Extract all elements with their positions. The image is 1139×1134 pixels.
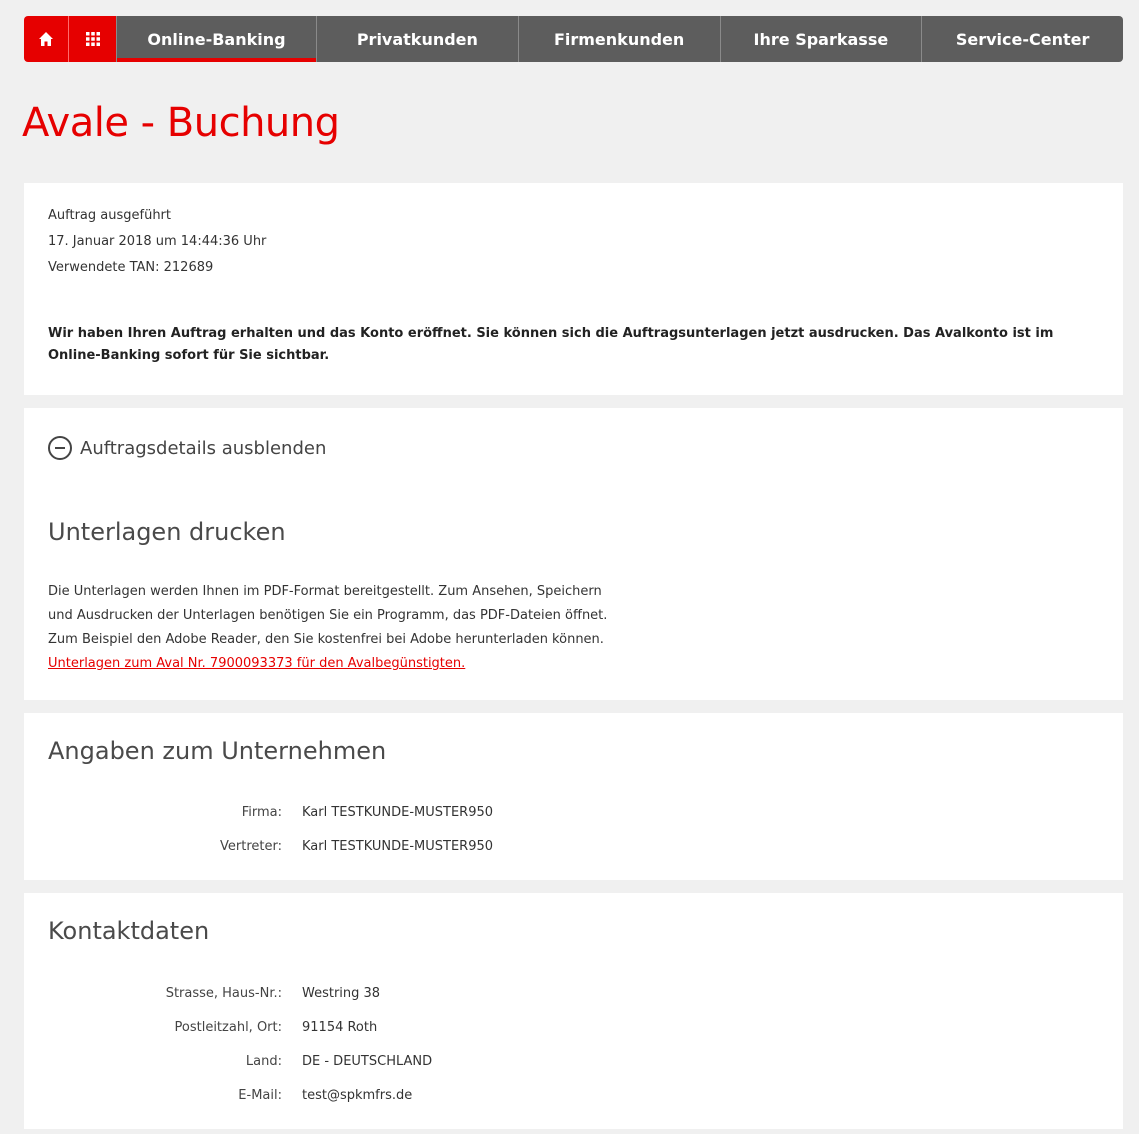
print-text-line-1: Die Unterlagen werden Ihnen im PDF-Forma… — [48, 584, 602, 599]
print-documents-heading: Unterlagen drucken — [48, 518, 286, 546]
company-row-firma: Firma: Karl TESTKUNDE-MUSTER950 — [24, 795, 724, 829]
field-value: 91154 Roth — [302, 1019, 378, 1035]
field-value: Westring 38 — [302, 985, 381, 1001]
main-navigation: Online-Banking Privatkunden Firmenkunden… — [24, 16, 1123, 62]
status-card: Auftrag ausgeführt 17. Januar 2018 um 14… — [24, 183, 1123, 395]
documents-download-link[interactable]: Unterlagen zum Aval Nr. 7900093373 für d… — [48, 652, 728, 676]
page-title: Avale - Buchung — [22, 100, 340, 146]
status-info: Auftrag ausgeführt 17. Januar 2018 um 14… — [48, 203, 266, 281]
details-card: Auftragsdetails ausblenden Unterlagen dr… — [24, 408, 1123, 700]
field-value: Karl TESTKUNDE-MUSTER950 — [302, 804, 494, 820]
tab-firmenkunden[interactable]: Firmenkunden — [517, 16, 720, 62]
company-heading: Angaben zum Unternehmen — [48, 737, 387, 765]
apps-grid-button[interactable] — [68, 16, 116, 62]
status-line-tan: Verwendete TAN: 212689 — [48, 260, 214, 275]
contact-row-email: E-Mail: test@spkmfrs.de — [24, 1078, 724, 1112]
print-documents-text: Die Unterlagen werden Ihnen im PDF-Forma… — [48, 580, 728, 676]
minus-circle-icon — [48, 436, 72, 460]
field-label: Vertreter: — [220, 838, 282, 854]
print-text-line-2: und Ausdrucken der Unterlagen benötigen … — [48, 608, 608, 623]
contact-details: Strasse, Haus-Nr.: Westring 38 Postleitz… — [24, 976, 724, 1112]
company-card: Angaben zum Unternehmen Firma: Karl TEST… — [24, 713, 1123, 880]
confirmation-notice: Wir haben Ihren Auftrag erhalten und das… — [48, 326, 1054, 363]
hide-details-toggle[interactable]: Auftragsdetails ausblenden — [48, 436, 326, 460]
field-label: Postleitzahl, Ort: — [174, 1019, 282, 1035]
contact-card: Kontaktdaten Strasse, Haus-Nr.: Westring… — [24, 893, 1123, 1129]
contact-heading: Kontaktdaten — [48, 917, 210, 945]
contact-row-country: Land: DE - DEUTSCHLAND — [24, 1044, 724, 1078]
contact-row-street: Strasse, Haus-Nr.: Westring 38 — [24, 976, 724, 1010]
field-value: test@spkmfrs.de — [302, 1087, 413, 1103]
tab-ihre-sparkasse[interactable]: Ihre Sparkasse — [719, 16, 922, 62]
company-row-vertreter: Vertreter: Karl TESTKUNDE-MUSTER950 — [24, 829, 724, 863]
contact-row-city: Postleitzahl, Ort: 91154 Roth — [24, 1010, 724, 1044]
tab-online-banking[interactable]: Online-Banking — [116, 16, 316, 62]
tab-privatkunden[interactable]: Privatkunden — [316, 16, 518, 62]
tab-service-center[interactable]: Service-Center — [921, 16, 1123, 62]
home-icon — [39, 32, 53, 46]
field-label: Firma: — [241, 804, 282, 820]
apps-grid-icon — [85, 32, 100, 46]
status-line-timestamp: 17. Januar 2018 um 14:44:36 Uhr — [48, 234, 267, 249]
field-label: Strasse, Haus-Nr.: — [165, 985, 282, 1001]
company-details: Firma: Karl TESTKUNDE-MUSTER950 Vertrete… — [24, 795, 724, 863]
field-label: E-Mail: — [238, 1087, 282, 1103]
status-line-executed: Auftrag ausgeführt — [48, 208, 171, 223]
field-label: Land: — [245, 1053, 282, 1069]
field-value: Karl TESTKUNDE-MUSTER950 — [302, 838, 494, 854]
hide-details-label: Auftragsdetails ausblenden — [80, 437, 327, 459]
field-value: DE - DEUTSCHLAND — [302, 1053, 433, 1069]
print-text-line-3: Zum Beispiel den Adobe Reader, den Sie k… — [48, 632, 604, 647]
home-button[interactable] — [24, 16, 68, 62]
